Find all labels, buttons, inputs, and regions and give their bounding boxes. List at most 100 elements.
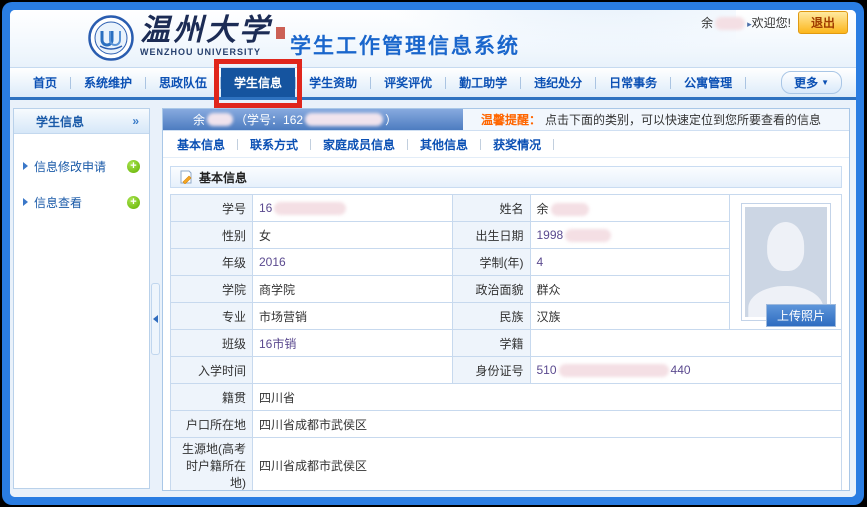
- redacted-name: [715, 17, 745, 30]
- nav-item-political-team[interactable]: 思政队伍: [146, 68, 220, 97]
- university-name-cn: 温州大学: [140, 16, 285, 46]
- field-label-political-status: 政治面貌: [452, 276, 530, 303]
- field-value-major: 市场营销: [253, 303, 453, 330]
- section-title: 基本信息: [199, 169, 247, 186]
- field-value-birth-date: 1998: [530, 222, 730, 249]
- expand-plus-icon[interactable]: +: [127, 196, 140, 209]
- table-row: 班级 16市销 学籍: [171, 330, 842, 357]
- nav-item-system-maintenance[interactable]: 系统维护: [71, 68, 145, 97]
- main-panel: 余（学号：162） 温馨提醒： 点击下面的类别，可以快速定位到您所要查看的信息 …: [162, 108, 850, 491]
- field-label-college: 学院: [171, 276, 253, 303]
- table-row: 生源地(高考时户籍所在地) 四川省成都市武侯区: [171, 438, 842, 492]
- field-label-birth-date: 出生日期: [452, 222, 530, 249]
- nav-item-home[interactable]: 首页: [20, 68, 70, 97]
- field-value-gender: 女: [253, 222, 453, 249]
- basic-info-table: 学号 16 姓名 余 上传: [170, 194, 842, 491]
- field-value-native-place: 四川省: [253, 384, 842, 411]
- nav-item-discipline[interactable]: 违纪处分: [521, 68, 595, 97]
- triangle-bullet-icon: [23, 198, 28, 206]
- nav-item-awards[interactable]: 评奖评优: [371, 68, 445, 97]
- triangle-bullet-icon: [23, 162, 28, 170]
- user-topbar: 余▸欢迎您! 退出: [701, 12, 848, 32]
- university-logo-icon: [88, 15, 134, 61]
- university-name-block: 温州大学 WENZHOU UNIVERSITY: [140, 16, 285, 57]
- field-value-student-status: [530, 330, 842, 357]
- field-value-student-id: 16: [253, 195, 453, 222]
- sidebar-list: 信息修改申请 + 信息查看 +: [14, 134, 149, 234]
- field-value-origin-place: 四川省成都市武侯区: [253, 438, 842, 492]
- sidebar-item-info-change-request[interactable]: 信息修改申请 +: [23, 148, 140, 184]
- notice-label: 温馨提醒：: [481, 111, 541, 128]
- expand-plus-icon[interactable]: +: [127, 160, 140, 173]
- field-value-college: 商学院: [253, 276, 453, 303]
- field-label-class: 班级: [171, 330, 253, 357]
- field-value-political-status: 群众: [530, 276, 730, 303]
- field-label-gender: 性别: [171, 222, 253, 249]
- panel-header: 余（学号：162） 温馨提醒： 点击下面的类别，可以快速定位到您所要查看的信息: [163, 109, 849, 131]
- field-label-student-status: 学籍: [452, 330, 530, 357]
- sidebar: 学生信息 » 信息修改申请 + 信息查看 +: [13, 108, 150, 489]
- field-value-duration: 4: [530, 249, 730, 276]
- table-row: 籍贯 四川省: [171, 384, 842, 411]
- field-label-household-location: 户口所在地: [171, 411, 253, 438]
- upload-photo-button[interactable]: 上传照片: [766, 304, 836, 327]
- table-row: 户口所在地 四川省成都市武侯区: [171, 411, 842, 438]
- field-value-grade: 2016: [253, 249, 453, 276]
- field-label-native-place: 籍贯: [171, 384, 253, 411]
- field-value-name: 余: [530, 195, 730, 222]
- tab-separator: [480, 139, 481, 150]
- tab-awards[interactable]: 获奖情况: [493, 136, 541, 153]
- nav-item-student-info[interactable]: 学生信息: [221, 68, 295, 97]
- category-tabs: 基本信息 联系方式 家庭成员信息 其他信息 获奖情况: [163, 131, 849, 158]
- avatar: [745, 207, 827, 317]
- field-label-ethnicity: 民族: [452, 303, 530, 330]
- notice-bar: 温馨提醒： 点击下面的类别，可以快速定位到您所要查看的信息: [463, 109, 821, 130]
- tab-separator: [407, 139, 408, 150]
- welcome-user-name: 余▸欢迎您!: [701, 14, 791, 31]
- field-value-ethnicity: 汉族: [530, 303, 730, 330]
- field-value-class: 16市销: [253, 330, 453, 357]
- field-label-grade: 年级: [171, 249, 253, 276]
- nav-item-work-study[interactable]: 勤工助学: [446, 68, 520, 97]
- redacted-value: [274, 202, 346, 215]
- logout-button[interactable]: 退出: [798, 11, 848, 34]
- field-value-household-location: 四川省成都市武侯区: [253, 411, 842, 438]
- nav-separator: [745, 77, 746, 89]
- field-label-student-id: 学号: [171, 195, 253, 222]
- field-label-name: 姓名: [452, 195, 530, 222]
- nav-item-dormitory[interactable]: 公寓管理: [671, 68, 745, 97]
- photo-cell: 上传照片: [730, 195, 842, 330]
- field-value-enrollment-time: [253, 357, 453, 384]
- notice-text: 点击下面的类别，可以快速定位到您所要查看的信息: [545, 111, 821, 128]
- tab-other-info[interactable]: 其他信息: [420, 136, 468, 153]
- tab-contact-info[interactable]: 联系方式: [250, 136, 298, 153]
- student-identity-tab[interactable]: 余（学号：162）: [163, 109, 463, 130]
- nav-item-daily-affairs[interactable]: 日常事务: [596, 68, 670, 97]
- sidebar-item-info-view[interactable]: 信息查看 +: [23, 184, 140, 220]
- system-title: 学生工作管理信息系统: [290, 30, 520, 60]
- section-header: 基本信息: [170, 166, 842, 188]
- field-value-id-number: 510440: [530, 357, 842, 384]
- application-window: 温州大学 WENZHOU UNIVERSITY 学生工作管理信息系统 余▸欢迎您…: [10, 10, 856, 497]
- content-area: 学生信息 » 信息修改申请 + 信息查看 +: [10, 100, 856, 497]
- redacted-value: [551, 203, 589, 216]
- sidebar-collapse-handle[interactable]: [151, 283, 160, 355]
- sidebar-header[interactable]: 学生信息 »: [14, 109, 149, 134]
- tab-separator: [237, 139, 238, 150]
- tab-family-members[interactable]: 家庭成员信息: [323, 136, 395, 153]
- sidebar-title: 学生信息: [36, 113, 84, 130]
- chevron-double-right-icon[interactable]: »: [132, 114, 139, 128]
- avatar-head: [767, 222, 805, 270]
- table-row: 入学时间 身份证号 510440: [171, 357, 842, 384]
- field-label-enrollment-time: 入学时间: [171, 357, 253, 384]
- nav-more-button[interactable]: 更多▼: [781, 71, 842, 94]
- tab-basic-info[interactable]: 基本信息: [177, 136, 225, 153]
- nav-item-student-aid[interactable]: 学生资助: [296, 68, 370, 97]
- tab-separator: [553, 139, 554, 150]
- redacted-name: [207, 113, 233, 126]
- field-label-id-number: 身份证号: [452, 357, 530, 384]
- collapse-left-icon: [153, 315, 158, 323]
- redacted-value: [559, 364, 669, 377]
- panel-body: 基本信息 学号 16 姓名 余: [163, 158, 849, 491]
- calligraphy-seal-icon: [276, 27, 285, 39]
